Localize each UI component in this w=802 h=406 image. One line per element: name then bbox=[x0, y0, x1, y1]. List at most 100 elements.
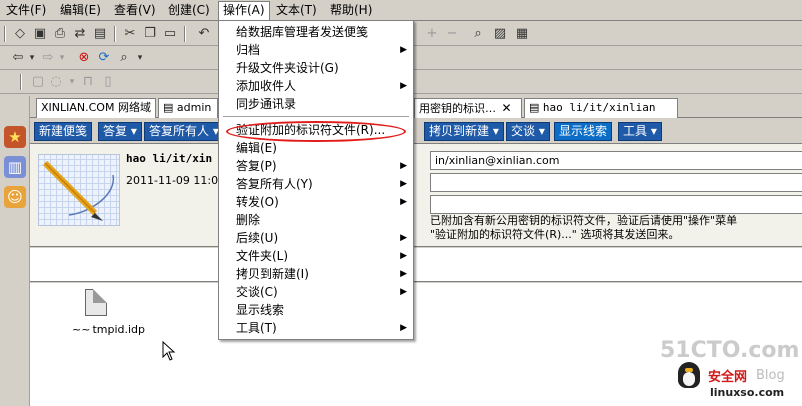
penguin-icon bbox=[678, 362, 700, 388]
menu-item-delete[interactable]: 删除 bbox=[219, 211, 413, 229]
menu-file[interactable]: 文件(F) bbox=[2, 2, 50, 19]
menu-item-label: 交谈(C) bbox=[236, 285, 278, 299]
watermark-blog: Blog bbox=[756, 368, 785, 383]
cut-icon[interactable]: ✂ bbox=[122, 26, 138, 42]
menu-item-reply[interactable]: 答复(P) ▶ bbox=[219, 157, 413, 175]
menu-item-follow-up[interactable]: 后续(U) ▶ bbox=[219, 229, 413, 247]
submenu-arrow-icon: ▶ bbox=[400, 323, 407, 333]
tab-hao-li[interactable]: ▤ hao li/it/xinlian bbox=[524, 98, 678, 118]
menu-item-folder[interactable]: 文件夹(L) ▶ bbox=[219, 247, 413, 265]
subject-divider bbox=[30, 248, 802, 282]
menu-item-show-thread[interactable]: 显示线索 bbox=[219, 301, 413, 319]
attachment-file-icon[interactable] bbox=[85, 289, 107, 316]
tab-label: XINLIAN.COM 网络域 bbox=[41, 101, 151, 114]
submenu-arrow-icon: ▶ bbox=[400, 197, 407, 207]
databases-icon[interactable]: ▥ bbox=[4, 156, 26, 178]
back-dropdown-icon[interactable]: ▾ bbox=[24, 50, 40, 66]
zoom-in-icon[interactable]: + bbox=[424, 26, 440, 42]
tab-admin[interactable]: ▤ admin bbox=[158, 98, 218, 118]
menu-item-forward[interactable]: 转发(O) ▶ bbox=[219, 193, 413, 211]
favorites-icon[interactable]: ★ bbox=[4, 126, 26, 148]
submenu-arrow-icon: ▶ bbox=[400, 161, 407, 171]
submenu-arrow-icon: ▶ bbox=[400, 287, 407, 297]
find-icon[interactable]: ⌕ bbox=[470, 26, 486, 42]
new-memo-button[interactable]: 新建便笺 bbox=[34, 122, 93, 141]
menu-item-add-recipients[interactable]: 添加收件人 ▶ bbox=[219, 77, 413, 95]
print-icon[interactable]: ⎙ bbox=[52, 26, 68, 42]
menu-item-archive[interactable]: 归档 ▶ bbox=[219, 41, 413, 59]
menu-item-chat[interactable]: 交谈(C) ▶ bbox=[219, 283, 413, 301]
comment-icon[interactable]: ◌ bbox=[48, 74, 64, 90]
bcc-field[interactable] bbox=[430, 195, 802, 214]
chat-button[interactable]: 交谈 ▾ bbox=[506, 122, 550, 141]
subject-text: 已附加含有新公用密钥的标识符文件，验证后请使用"操作"菜单 "验证附加的标识符文… bbox=[430, 214, 802, 242]
reply-all-button[interactable]: 答复所有人 ▾ bbox=[144, 122, 224, 141]
submenu-arrow-icon: ▶ bbox=[400, 179, 407, 189]
refresh-icon[interactable]: ⟳ bbox=[96, 50, 112, 66]
replicate-icon[interactable]: ⇄ bbox=[72, 26, 88, 42]
window-icon[interactable]: ▤ bbox=[92, 26, 108, 42]
copy-icon[interactable]: ❐ bbox=[142, 26, 158, 42]
menu-edit[interactable]: 编辑(E) bbox=[56, 2, 105, 19]
menu-item-label: 文件夹(L) bbox=[236, 249, 289, 263]
search-dropdown-icon[interactable]: ▾ bbox=[132, 50, 148, 66]
watermark-site: 51CTO.com bbox=[660, 338, 800, 363]
mail-icon: ▤ bbox=[529, 101, 540, 114]
to-field[interactable]: in/xinlian@xinlian.com bbox=[430, 151, 802, 170]
menu-item-send-to-db-manager[interactable]: 给数据库管理者发送便笺 bbox=[219, 23, 413, 41]
actions-menu: 给数据库管理者发送便笺 归档 ▶ 升级文件夹设计(G) 添加收件人 ▶ 同步通讯录 验证附加的… bbox=[218, 20, 414, 340]
save-icon[interactable]: ▣ bbox=[32, 26, 48, 42]
search-icon[interactable]: ⌕ bbox=[116, 50, 132, 66]
forward-dropdown-icon[interactable]: ▾ bbox=[54, 50, 70, 66]
contacts-icon[interactable]: ☺ bbox=[4, 186, 26, 208]
menu-item-copy-to-new[interactable]: 拷贝到新建(I) ▶ bbox=[219, 265, 413, 283]
zoom-out-icon[interactable]: − bbox=[444, 26, 460, 42]
menubar: 文件(F) 编辑(E) 查看(V) 创建(C) 操作(A) 文本(T) 帮助(H… bbox=[0, 0, 802, 21]
preview-icon[interactable]: ▦ bbox=[514, 26, 530, 42]
menu-item-label: 答复(P) bbox=[236, 159, 277, 173]
menu-item-label: 归档 bbox=[236, 43, 261, 57]
submenu-arrow-icon: ▶ bbox=[400, 233, 407, 243]
menu-item-label: 升级文件夹设计(G) bbox=[236, 61, 339, 75]
menu-item-reply-all[interactable]: 答复所有人(Y) ▶ bbox=[219, 175, 413, 193]
pen-icon bbox=[42, 160, 114, 221]
copy-to-new-button[interactable]: 拷贝到新建 ▾ bbox=[424, 122, 504, 141]
undo-icon[interactable]: ↶ bbox=[196, 26, 212, 42]
reply-button[interactable]: 答复 ▾ bbox=[98, 122, 142, 141]
tab-message-keyid[interactable]: 用密钥的标识… ✕ bbox=[414, 98, 522, 118]
watermark-domain: linuxso.com bbox=[710, 386, 785, 399]
menu-item-label: 给数据库管理者发送便笺 bbox=[236, 25, 369, 39]
menu-create[interactable]: 创建(C) bbox=[164, 2, 214, 19]
subject-line-2: "验证附加的标识符文件(R)..." 选项将其发送回来。 bbox=[430, 228, 680, 241]
stop-icon[interactable]: ⊗ bbox=[76, 50, 92, 66]
attach-icon[interactable]: ⊓ bbox=[80, 74, 96, 90]
cc-field[interactable] bbox=[430, 173, 802, 192]
menu-item-label: 编辑(E) bbox=[236, 141, 277, 155]
tab-label: 用密钥的标识… bbox=[419, 102, 496, 115]
action-bar: 新建便笺 答复 ▾ 答复所有人 ▾ 拷贝到新建 ▾ 交谈 ▾ 显示线索 工具 ▾ bbox=[30, 120, 802, 144]
chat-icon[interactable]: ▢ bbox=[30, 74, 46, 90]
navigate-icon[interactable]: ◇ bbox=[12, 26, 28, 42]
tools-button[interactable]: 工具 ▾ bbox=[618, 122, 662, 141]
attachment-filename[interactable]: ~~ tmpid.idp bbox=[72, 323, 145, 336]
menu-view[interactable]: 查看(V) bbox=[110, 2, 160, 19]
document-icon[interactable]: ▯ bbox=[100, 74, 116, 90]
menu-item-sync-contacts[interactable]: 同步通讯录 bbox=[219, 95, 413, 113]
menu-item-label: 显示线索 bbox=[236, 303, 285, 317]
paste-icon[interactable]: ▭ bbox=[162, 26, 178, 42]
menu-item-upgrade-folder-design[interactable]: 升级文件夹设计(G) bbox=[219, 59, 413, 77]
show-thread-button[interactable]: 显示线索 bbox=[554, 122, 613, 141]
tab-label: hao li/it/xinlian bbox=[542, 101, 656, 114]
tab-strip: XINLIAN.COM 网络域 ▤ admin 用密钥的标识… ✕ ▤ hao … bbox=[30, 96, 802, 118]
menu-text[interactable]: 文本(T) bbox=[272, 2, 321, 19]
close-icon[interactable]: ✕ bbox=[502, 101, 512, 115]
memo-logo bbox=[38, 154, 120, 226]
properties-icon[interactable]: ▨ bbox=[492, 26, 508, 42]
menu-actions[interactable]: 操作(A) bbox=[218, 1, 270, 21]
menu-help[interactable]: 帮助(H) bbox=[326, 2, 376, 19]
menu-item-label: 删除 bbox=[236, 213, 261, 227]
comment-dropdown-icon[interactable]: ▾ bbox=[64, 74, 80, 90]
tab-domain[interactable]: XINLIAN.COM 网络域 bbox=[36, 98, 156, 118]
menu-item-tools[interactable]: 工具(T) ▶ bbox=[219, 319, 413, 337]
memo-header: hao li/it/xin 2011-11-09 11:0 in/xinlian… bbox=[30, 144, 802, 247]
